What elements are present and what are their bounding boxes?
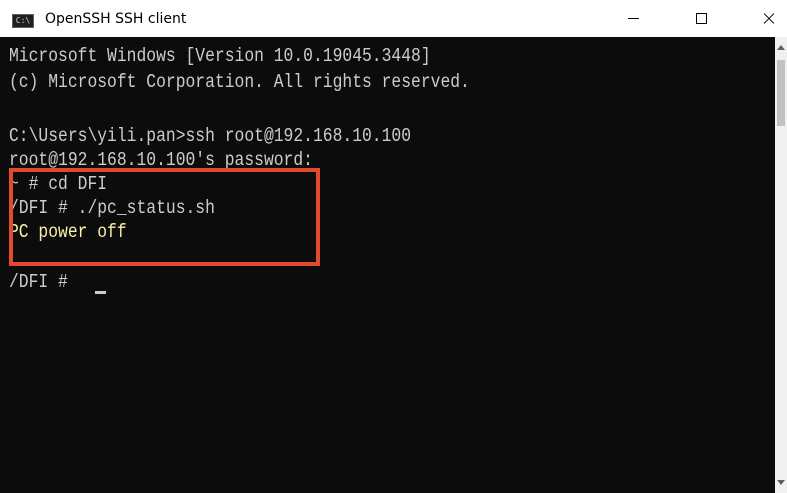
- console-line-version: Microsoft Windows [Version 10.0.19045.34…: [9, 45, 431, 67]
- console-app-icon[interactable]: C:\: [12, 14, 34, 28]
- terminal-window: C:\ OpenSSH SSH client Microsoft Windows…: [0, 0, 787, 493]
- scroll-down-arrow-icon[interactable]: [777, 480, 785, 485]
- maximize-button[interactable]: [678, 0, 724, 37]
- minimize-icon: [627, 18, 639, 19]
- scrollbar-thumb[interactable]: [777, 60, 785, 126]
- annotation-highlight-box: [9, 168, 320, 266]
- title-bar[interactable]: C:\ OpenSSH SSH client: [0, 0, 787, 37]
- text-cursor: [95, 291, 106, 294]
- window-title: OpenSSH SSH client: [45, 11, 187, 27]
- console-output-area[interactable]: Microsoft Windows [Version 10.0.19045.34…: [0, 37, 775, 493]
- close-button[interactable]: [746, 0, 787, 37]
- console-line-ssh-command: C:\Users\yili.pan>ssh root@192.168.10.10…: [9, 125, 412, 147]
- console-line-copyright: (c) Microsoft Corporation. All rights re…: [9, 71, 470, 93]
- minimize-button[interactable]: [610, 0, 656, 37]
- close-icon: [762, 12, 776, 26]
- console-line-prompt: /DFI #: [9, 271, 78, 293]
- vertical-scrollbar[interactable]: [775, 37, 787, 493]
- maximize-icon: [695, 13, 707, 24]
- scroll-up-arrow-icon[interactable]: [777, 45, 785, 50]
